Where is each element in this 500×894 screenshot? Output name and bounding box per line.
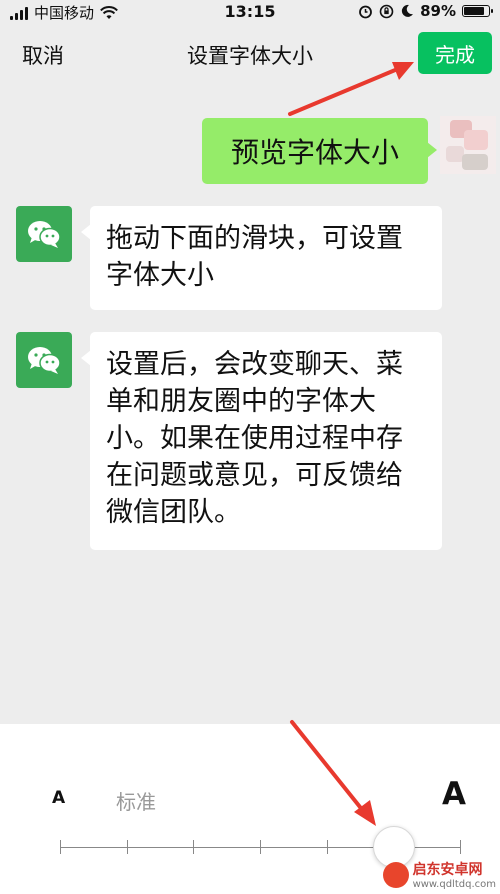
battery-fill <box>464 7 484 15</box>
large-font-label: A <box>442 776 466 812</box>
message-bubble-instructions: 拖动下面的滑块，可设置字体大小 <box>81 206 442 310</box>
watermark-title: 启东安卓网 <box>412 862 483 878</box>
moon-icon <box>401 4 414 17</box>
status-right: 89% <box>358 2 493 20</box>
alarm-icon <box>359 5 372 18</box>
wechat-logo-icon <box>28 347 61 374</box>
slider-tick[interactable] <box>60 840 61 854</box>
wechat-avatar <box>16 206 72 262</box>
watermark-logo-icon <box>382 861 409 888</box>
message-bubble-explanation: 设置后，会改变聊天、菜单和朋友圈中的字体大小。如果在使用过程中存在问题或意见，可… <box>81 332 442 550</box>
font-size-panel: A 标准 A 启东安卓网 www.qdltdq.com <box>0 724 500 894</box>
slider-tick[interactable] <box>326 840 328 854</box>
user-avatar <box>440 116 496 174</box>
preview-message-bubble: 预览字体大小 <box>202 118 437 184</box>
slider-tick[interactable] <box>460 840 461 854</box>
done-button[interactable]: 完成 <box>418 32 492 74</box>
slider-tick[interactable] <box>126 840 128 854</box>
small-font-label: A <box>52 788 66 808</box>
status-bar: 中国移动 13:15 89% <box>0 0 500 22</box>
wechat-avatar <box>16 332 72 388</box>
watermark: 启东安卓网 www.qdltdq.com <box>382 859 496 890</box>
slider-tick[interactable] <box>260 840 261 854</box>
standard-size-label: 标准 <box>116 790 156 814</box>
battery-percent: 89% <box>420 2 456 20</box>
battery-icon <box>462 5 493 17</box>
slider-tick[interactable] <box>193 840 195 854</box>
orientation-lock-icon <box>379 4 394 18</box>
nav-bar: 取消 设置字体大小 完成 <box>0 26 500 80</box>
watermark-url: www.qdltdq.com <box>412 879 496 890</box>
wechat-logo-icon <box>28 221 61 248</box>
